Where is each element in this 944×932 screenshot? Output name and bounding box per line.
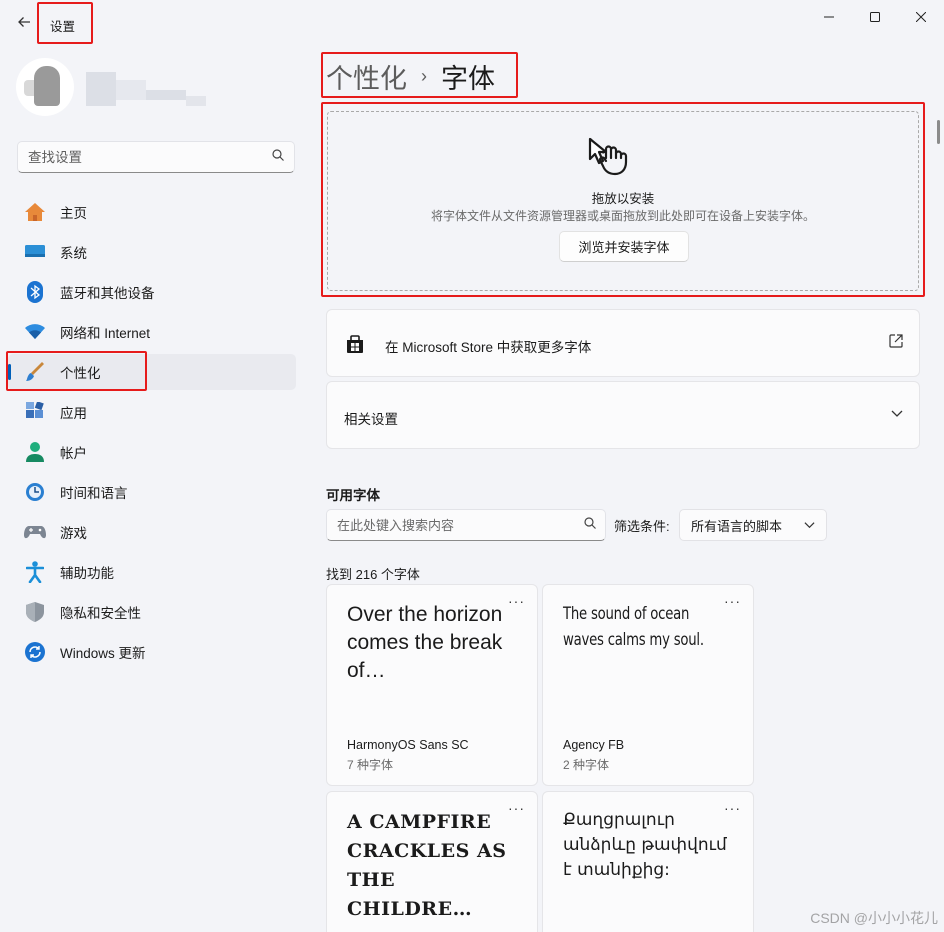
drop-zone-title: 拖放以安装 bbox=[591, 192, 655, 206]
drop-zone-subtitle: 将字体文件从文件资源管理器或桌面拖放到此处即可在设备上安装字体。 bbox=[430, 209, 815, 223]
font-sample-text: Over the horizon comes the break of… bbox=[347, 603, 503, 682]
sidebar-item-label: 时间和语言 bbox=[60, 486, 128, 501]
wifi-icon bbox=[24, 321, 46, 343]
font-count: 7 种字体 bbox=[347, 758, 394, 772]
sidebar-item-label: 辅助功能 bbox=[60, 566, 114, 581]
related-settings-card[interactable]: 相关设置 bbox=[326, 381, 920, 449]
font-card[interactable]: ··· Over the horizon comes the break of…… bbox=[326, 584, 538, 786]
breadcrumb: 个性化 › 字体 bbox=[326, 57, 495, 96]
font-card[interactable]: ··· The sound of ocean waves calms my so… bbox=[542, 584, 754, 786]
search-icon[interactable] bbox=[272, 149, 284, 164]
blurred-username bbox=[86, 72, 206, 106]
bluetooth-icon bbox=[24, 281, 46, 303]
brush-icon bbox=[24, 361, 46, 383]
sidebar-item-apps[interactable]: 应用 bbox=[8, 394, 296, 430]
drag-drop-hand-icon bbox=[586, 136, 646, 180]
apps-icon bbox=[24, 401, 46, 423]
accessibility-icon bbox=[24, 561, 46, 583]
minimize-button[interactable] bbox=[806, 6, 852, 28]
font-name: HarmonyOS Sans SC bbox=[347, 738, 469, 752]
account-icon bbox=[24, 441, 46, 463]
title-bar: 设置 bbox=[0, 0, 944, 40]
sidebar-item-accessibility[interactable]: 辅助功能 bbox=[8, 554, 296, 590]
available-fonts-heading: 可用字体 bbox=[326, 488, 380, 503]
sidebar-item-gaming[interactable]: 游戏 bbox=[8, 514, 296, 550]
sidebar-item-system[interactable]: 系统 bbox=[8, 234, 296, 270]
script-filter-dropdown[interactable]: 所有语言的脚本 bbox=[679, 509, 827, 541]
font-card[interactable]: ··· Քաղցրալուր անձրևը թափվում է տանիքից: bbox=[542, 791, 754, 932]
page-title: 字体 bbox=[441, 64, 495, 94]
gamepad-icon bbox=[24, 521, 46, 543]
fonts-found-count: 找到 216 个字体 bbox=[326, 567, 420, 582]
search-icon[interactable] bbox=[584, 517, 596, 532]
store-card-label: 在 Microsoft Store 中获取更多字体 bbox=[385, 340, 592, 355]
font-count: 2 种字体 bbox=[563, 758, 610, 772]
font-card[interactable]: ··· A CAMPFIRE CRACKLES AS THE CHILDRE… bbox=[326, 791, 538, 932]
back-arrow-icon[interactable] bbox=[12, 10, 36, 34]
chevron-down-icon bbox=[804, 519, 815, 533]
sidebar-item-privacy[interactable]: 隐私和安全性 bbox=[8, 594, 296, 630]
font-sample-text: Քաղցրալուր անձրևը թափվում է տանիքից: bbox=[563, 810, 727, 880]
microsoft-store-fonts-card[interactable]: 在 Microsoft Store 中获取更多字体 bbox=[326, 309, 920, 377]
breadcrumb-separator-icon: › bbox=[421, 66, 427, 86]
store-icon bbox=[345, 334, 365, 354]
system-icon bbox=[24, 241, 46, 263]
settings-search[interactable] bbox=[17, 141, 295, 173]
shield-icon bbox=[24, 601, 46, 623]
sidebar-item-label: 主页 bbox=[60, 206, 87, 221]
search-input[interactable] bbox=[18, 142, 248, 172]
maximize-button[interactable] bbox=[852, 6, 898, 28]
chevron-down-icon[interactable] bbox=[891, 406, 903, 422]
related-settings-label: 相关设置 bbox=[344, 412, 398, 427]
sidebar-item-bluetooth[interactable]: 蓝牙和其他设备 bbox=[8, 274, 296, 310]
sidebar-item-personalization[interactable]: 个性化 bbox=[8, 354, 296, 390]
home-icon bbox=[24, 201, 46, 223]
font-name: Agency FB bbox=[563, 738, 625, 752]
app-title: 设置 bbox=[50, 20, 76, 34]
close-button[interactable] bbox=[898, 6, 944, 28]
sidebar-item-windows-update[interactable]: Windows 更新 bbox=[8, 634, 296, 670]
sidebar-item-label: 蓝牙和其他设备 bbox=[60, 286, 155, 301]
sidebar-item-label: 系统 bbox=[60, 246, 87, 261]
font-drop-zone[interactable]: 拖放以安装 将字体文件从文件资源管理器或桌面拖放到此处即可在设备上安装字体。 浏… bbox=[327, 111, 919, 291]
sidebar-item-label: 个性化 bbox=[60, 366, 101, 381]
sidebar-item-label: 应用 bbox=[60, 406, 87, 421]
font-search-input[interactable] bbox=[327, 510, 567, 540]
active-indicator bbox=[8, 364, 11, 380]
watermark: CSDN @小小小花儿 bbox=[810, 910, 938, 926]
user-profile[interactable] bbox=[16, 58, 74, 116]
sidebar-item-label: 帐户 bbox=[60, 446, 87, 461]
avatar[interactable] bbox=[16, 58, 74, 116]
filter-selected-value: 所有语言的脚本 bbox=[691, 518, 783, 534]
sidebar-item-time-language[interactable]: 时间和语言 bbox=[8, 474, 296, 510]
sidebar-item-network[interactable]: 网络和 Internet bbox=[8, 314, 296, 350]
sidebar-nav: 主页 系统 蓝牙和其他设备 网络和 Internet 个性化 应用 帐户 时间和… bbox=[8, 194, 296, 674]
sidebar-item-label: 隐私和安全性 bbox=[60, 606, 141, 621]
sidebar-item-label: Windows 更新 bbox=[60, 646, 146, 661]
font-sample-text: The sound of ocean waves calms my soul. bbox=[563, 604, 704, 650]
font-search-box[interactable] bbox=[326, 509, 606, 541]
time-language-icon bbox=[24, 481, 46, 503]
font-sample-text: A CAMPFIRE CRACKLES AS THE CHILDRE… bbox=[347, 811, 507, 920]
breadcrumb-parent[interactable]: 个性化 bbox=[326, 57, 407, 96]
sidebar-item-label: 网络和 Internet bbox=[60, 326, 151, 341]
update-icon bbox=[24, 641, 46, 663]
sidebar-item-label: 游戏 bbox=[60, 526, 87, 541]
scrollbar-thumb[interactable] bbox=[937, 120, 940, 144]
sidebar-item-home[interactable]: 主页 bbox=[8, 194, 296, 230]
external-link-icon[interactable] bbox=[889, 334, 903, 351]
browse-install-fonts-button[interactable]: 浏览并安装字体 bbox=[559, 231, 689, 262]
sidebar-item-accounts[interactable]: 帐户 bbox=[8, 434, 296, 470]
filter-label: 筛选条件: bbox=[614, 519, 670, 534]
